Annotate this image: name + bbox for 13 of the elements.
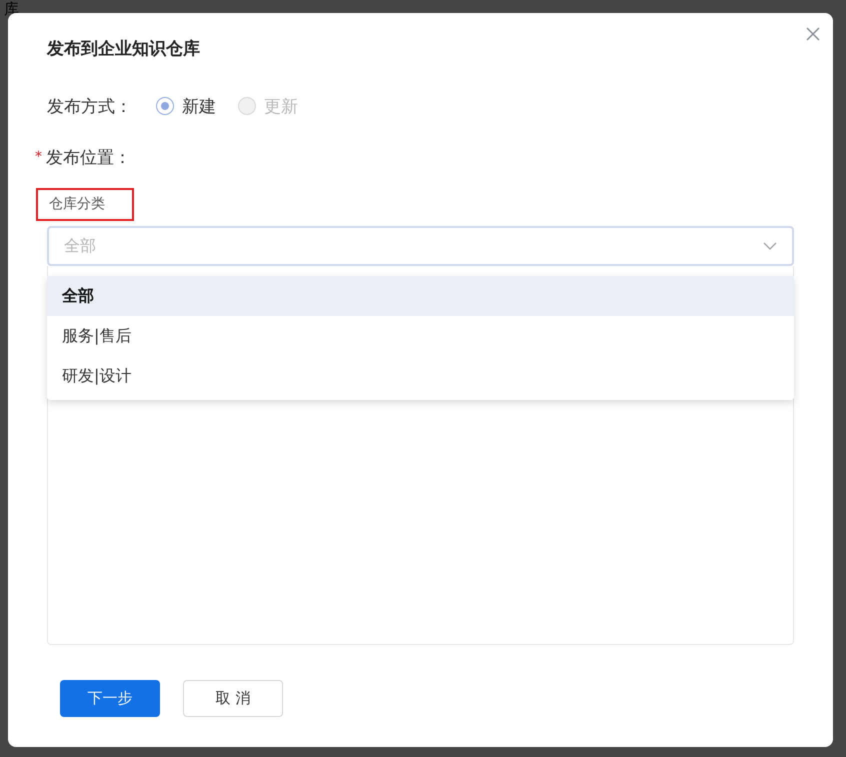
- form-label: 发布方式：: [47, 96, 132, 118]
- dropdown-option[interactable]: 研发|设计: [47, 356, 794, 396]
- dropdown-option[interactable]: 全部: [47, 276, 794, 316]
- dialog-title: 发布到企业知识仓库: [47, 38, 200, 60]
- radio-option[interactable]: 新建: [156, 94, 216, 118]
- category-label: 仓库分类: [36, 188, 134, 221]
- chevron-down-icon: [763, 242, 777, 250]
- dropdown-option[interactable]: 服务|售后: [47, 316, 794, 356]
- next-button[interactable]: 下一步: [60, 680, 160, 717]
- cancel-button[interactable]: 取 消: [183, 680, 283, 717]
- required-mark: *: [35, 149, 42, 165]
- form-label: 发布位置：: [46, 146, 131, 168]
- page-heading: 库: [4, 1, 19, 18]
